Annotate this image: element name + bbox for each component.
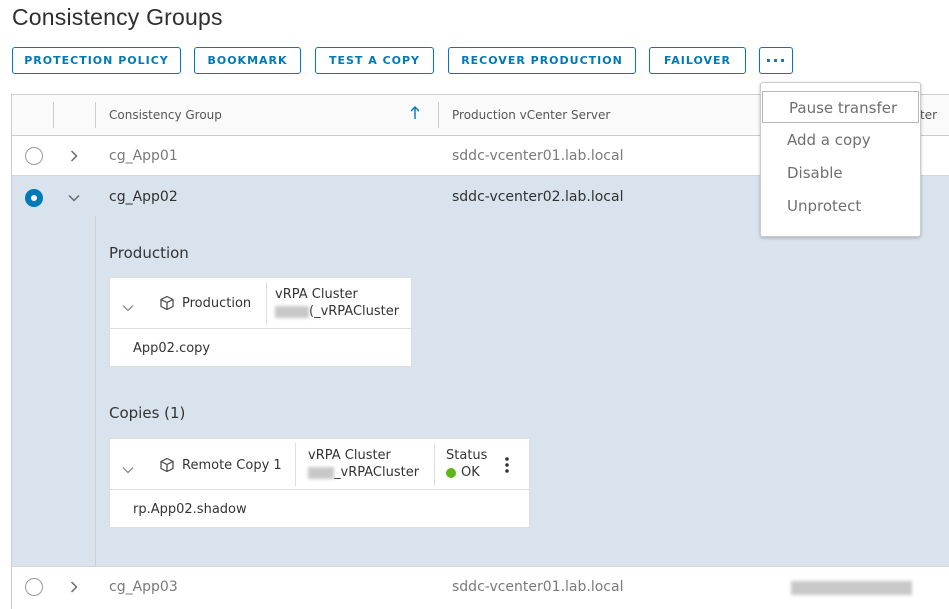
production-section-title: Production [109, 244, 189, 262]
redacted-text [308, 466, 334, 479]
redacted-text [791, 581, 912, 595]
bookmark-button[interactable]: BOOKMARK [194, 47, 301, 74]
more-actions-button[interactable]: ... [759, 47, 793, 74]
detail-divider [95, 216, 96, 566]
production-label: Production [182, 296, 252, 311]
more-actions-dropdown: Pause transfer Add a copy Disable Unprot… [760, 82, 921, 237]
row-radio[interactable] [25, 147, 43, 165]
cube-icon [159, 457, 175, 478]
consistency-group-name: cg_App01 [109, 148, 178, 164]
row-radio-checked[interactable] [25, 189, 43, 207]
vrpa-cluster-label: vRPA Cluster [275, 287, 358, 302]
chevron-down-icon[interactable] [66, 190, 82, 206]
vrpa-cluster-value-row: (_vRPACluster [275, 304, 399, 319]
status-value: OK [461, 465, 480, 480]
production-card-header: Production vRPA Cluster (_vRPACluster [110, 278, 411, 329]
production-card: Production vRPA Cluster (_vRPACluster Ap… [109, 277, 412, 367]
status-label: Status [446, 448, 488, 463]
vcenter-server: sddc-vcenter02.lab.local [452, 189, 624, 205]
menu-item-pause-transfer[interactable]: Pause transfer [762, 91, 919, 123]
card-separator [434, 443, 435, 486]
chevron-down-icon[interactable] [122, 299, 134, 317]
column-separator [95, 102, 96, 128]
status-ok-icon [446, 467, 456, 478]
test-a-copy-button[interactable]: TEST A COPY [315, 47, 434, 74]
page-title: Consistency Groups [12, 4, 223, 30]
menu-item-disable[interactable]: Disable [761, 157, 920, 189]
remote-copy-name: rp.App02.shadow [133, 502, 247, 517]
card-separator [266, 282, 267, 325]
column-header-production-vcenter[interactable]: Production vCenter Server [452, 108, 610, 122]
vcenter-server: sddc-vcenter01.lab.local [452, 579, 624, 595]
status-value-row: OK [446, 465, 480, 480]
remote-copy-card-header: Remote Copy 1 vRPA Cluster _vRPACluster … [110, 439, 529, 490]
redacted-text [275, 305, 309, 318]
cube-icon [159, 295, 175, 316]
production-copy-name: App02.copy [133, 341, 211, 356]
vrpa-cluster-value: _vRPACluster [314, 304, 400, 319]
vrpa-cluster-label: vRPA Cluster [308, 448, 391, 463]
menu-item-add-a-copy[interactable]: Add a copy [761, 124, 920, 156]
vrpa-cluster-value-row: _vRPACluster [308, 465, 419, 480]
remote-copy-label: Remote Copy 1 [182, 458, 282, 473]
chevron-down-icon[interactable] [122, 461, 134, 479]
chevron-right-icon[interactable] [66, 148, 82, 164]
column-header-consistency-group[interactable]: Consistency Group [109, 108, 222, 122]
menu-item-unprotect[interactable]: Unprotect [761, 190, 920, 222]
column-separator [438, 102, 439, 128]
consistency-group-name: cg_App02 [109, 189, 178, 205]
row-radio[interactable] [25, 578, 43, 596]
consistency-group-name: cg_App03 [109, 579, 178, 595]
copies-section-title: Copies (1) [109, 404, 186, 422]
table-row[interactable]: cg_App03 sddc-vcenter01.lab.local [12, 567, 949, 607]
remote-copy-card: Remote Copy 1 vRPA Cluster _vRPACluster … [109, 438, 530, 528]
kebab-menu-icon[interactable] [504, 456, 510, 479]
protection-policy-button[interactable]: PROTECTION POLICY [12, 47, 181, 74]
column-header-clipped[interactable]: ter [920, 108, 937, 122]
failover-button[interactable]: FAILOVER [649, 47, 746, 74]
recover-production-button[interactable]: RECOVER PRODUCTION [448, 47, 636, 74]
vcenter-server: sddc-vcenter01.lab.local [452, 148, 624, 164]
sort-ascending-icon[interactable] [410, 106, 420, 123]
vrpa-cluster-value: _vRPACluster [334, 465, 420, 480]
chevron-right-icon[interactable] [66, 579, 82, 595]
column-separator [53, 102, 54, 128]
more-horizontal-icon: ... [765, 46, 787, 66]
card-separator [295, 443, 296, 486]
